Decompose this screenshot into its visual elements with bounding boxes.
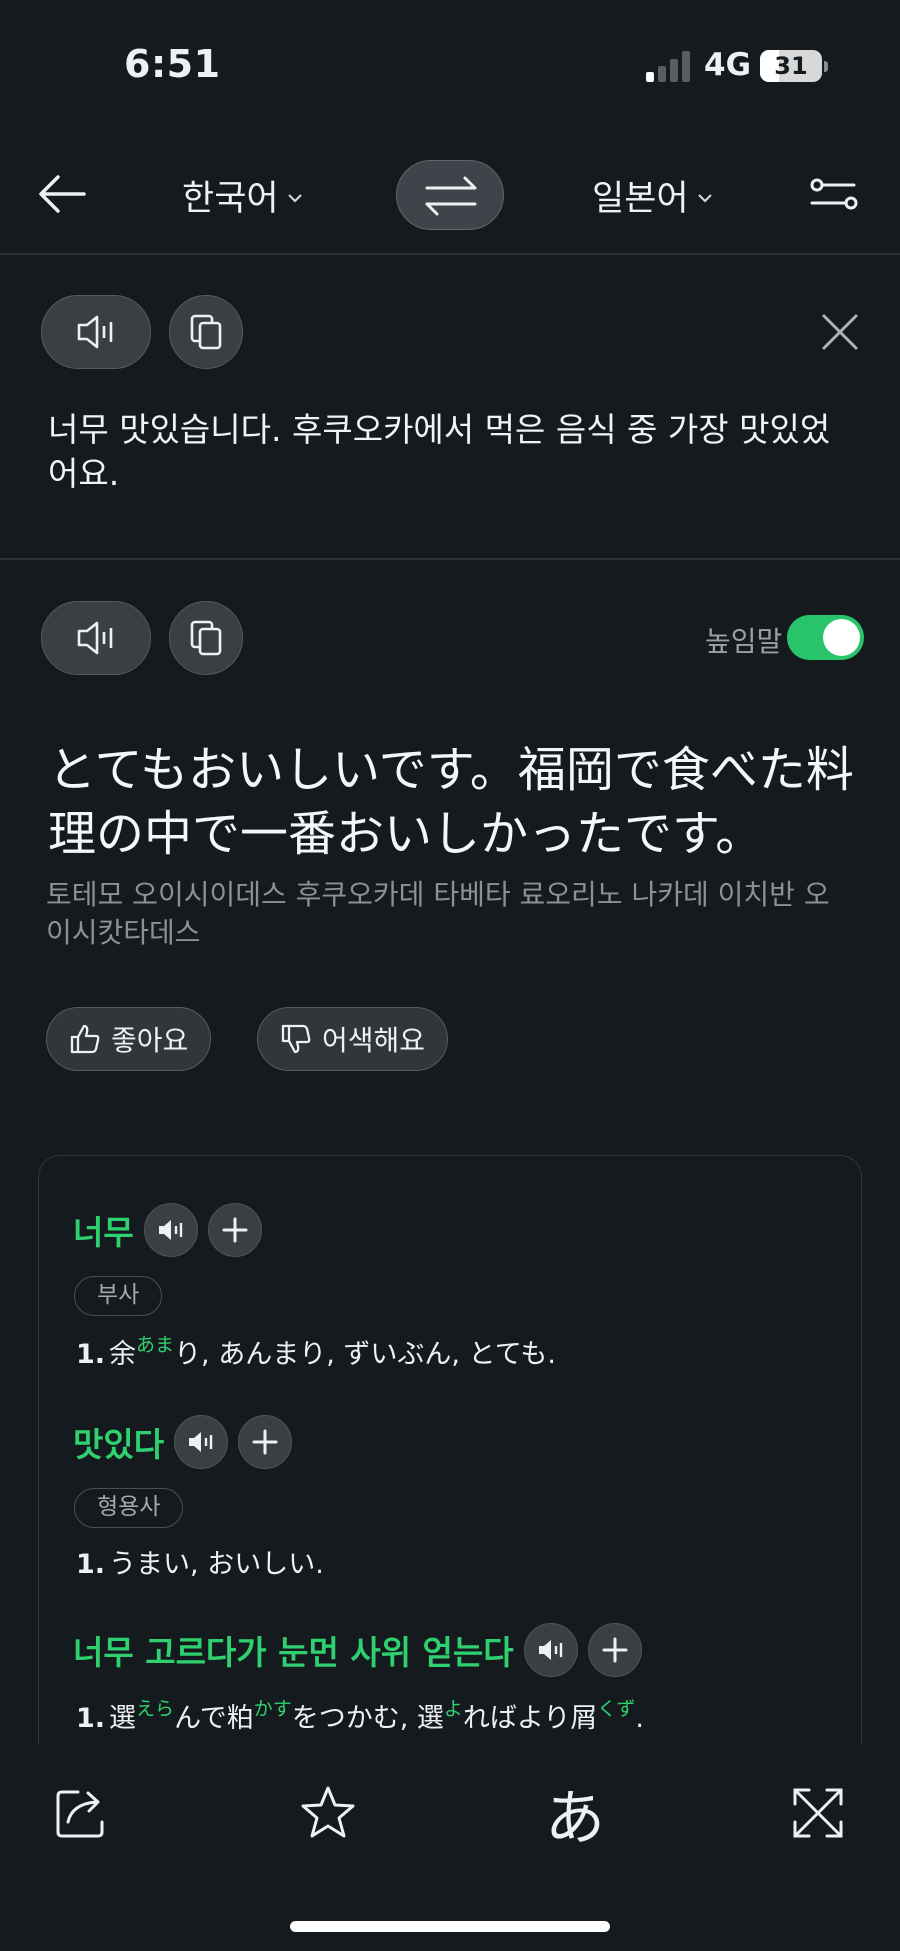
battery-level: 31 <box>774 52 808 80</box>
definition-number: 1. <box>76 1549 106 1580</box>
definition-number: 1. <box>76 1339 106 1370</box>
like-label: 좋아요 <box>111 1024 189 1057</box>
thumbs-up-icon <box>70 1024 100 1054</box>
speaker-icon <box>538 1640 562 1660</box>
dict-definition: 1. 余あまり, あんまり, ずいぶん, とても. <box>76 1330 556 1371</box>
definition-text: . <box>635 1703 644 1734</box>
network-label: 4G <box>704 47 752 83</box>
expand-icon <box>793 1788 843 1838</box>
home-indicator <box>290 1921 610 1932</box>
expand-button[interactable] <box>783 1778 853 1848</box>
status-time: 6:51 <box>124 42 221 86</box>
result-speak-button[interactable] <box>41 601 151 675</box>
speaker-icon <box>77 621 113 655</box>
thumbs-down-icon <box>281 1024 311 1054</box>
awkward-button[interactable]: 어색해요 <box>257 1007 449 1071</box>
dict-definition: 1. うまい, おいしい. <box>76 1542 324 1581</box>
share-button[interactable] <box>48 1778 118 1848</box>
furigana: あま <box>136 1334 175 1356</box>
signal-icon <box>646 50 692 82</box>
definition-text: 選 <box>109 1703 137 1734</box>
definition-text: り, あんまり, ずいぶん, とても. <box>174 1339 556 1370</box>
target-language-label: 일본어 <box>592 179 689 219</box>
honorific-label: 높임말 <box>705 625 783 658</box>
part-of-speech-tag: 형용사 <box>74 1488 184 1528</box>
source-speak-button[interactable] <box>41 295 151 369</box>
header-divider <box>0 253 900 255</box>
plus-icon <box>252 1429 278 1455</box>
panel-divider <box>0 558 900 560</box>
dict-entry-header: 너무 <box>73 1202 262 1258</box>
dict-entry-word[interactable]: 맛있다 <box>73 1418 164 1466</box>
furigana: くず <box>597 1698 636 1720</box>
dict-speak-button[interactable] <box>523 1623 578 1677</box>
dict-speak-button[interactable] <box>174 1415 229 1469</box>
arrow-left-icon <box>39 175 86 213</box>
chevron-down-icon <box>697 193 712 203</box>
result-copy-button[interactable] <box>169 601 243 675</box>
dict-definition: 1. 選えらんで粕かすをつかむ, 選よればより屑くず. <box>76 1694 644 1735</box>
swap-arrows-icon <box>425 176 477 216</box>
pronunciation-text: 토테모 오이시이데스 후쿠오카데 타베타 료오리노 나카데 이치반 오이시캇타데… <box>46 878 830 949</box>
definition-text: ればより屑 <box>462 1703 598 1734</box>
dict-entry-header: 너무 고르다가 눈먼 사위 얻는다 <box>73 1622 642 1678</box>
back-button[interactable] <box>32 164 92 224</box>
share-icon <box>56 1790 104 1838</box>
speaker-icon <box>158 1220 182 1240</box>
awkward-label: 어색해요 <box>322 1024 426 1057</box>
battery-icon: 31 <box>760 50 822 82</box>
plus-icon <box>222 1217 248 1243</box>
star-icon <box>301 1786 355 1838</box>
plus-icon <box>602 1637 628 1663</box>
definition-text: うまい, おいしい. <box>109 1549 324 1580</box>
battery-tip <box>824 61 828 72</box>
source-text[interactable]: 너무 맛있습니다. 후쿠오카에서 먹은 음식 중 가장 맛있었어요. <box>48 408 858 496</box>
dict-add-button[interactable] <box>207 1203 262 1257</box>
sliders-icon <box>810 178 858 210</box>
source-copy-button[interactable] <box>169 295 243 369</box>
kana-label: あ <box>545 1783 605 1854</box>
close-icon <box>822 314 858 350</box>
source-language-label: 한국어 <box>182 179 279 219</box>
speaker-icon <box>189 1432 213 1452</box>
dict-speak-button[interactable] <box>143 1203 198 1257</box>
honorific-toggle[interactable] <box>787 615 864 660</box>
furigana: よ <box>443 1698 463 1720</box>
swap-languages-button[interactable] <box>396 160 504 230</box>
like-button[interactable]: 좋아요 <box>46 1007 212 1071</box>
part-of-speech-tag: 부사 <box>74 1276 163 1316</box>
definition-text: をつかむ, 選 <box>291 1703 444 1734</box>
definition-text: んで粕 <box>174 1703 254 1734</box>
speaker-icon <box>77 315 113 349</box>
favorite-button[interactable] <box>293 1778 363 1848</box>
definition-number: 1. <box>76 1703 106 1734</box>
target-language-selector[interactable]: 일본어 <box>592 170 715 221</box>
chevron-down-icon <box>287 193 302 203</box>
translation-text[interactable]: とてもおいしいです。福岡で食べた料理の中で一番おいしかったです。 <box>48 738 878 866</box>
dict-add-button[interactable] <box>587 1623 642 1677</box>
dict-entry-header: 맛있다 <box>73 1414 293 1470</box>
dict-entry-word[interactable]: 너무 고르다가 눈먼 사위 얻는다 <box>73 1626 514 1674</box>
definition-text: 余 <box>109 1339 137 1370</box>
kana-button[interactable]: あ <box>538 1778 612 1854</box>
copy-icon <box>190 620 222 656</box>
copy-icon <box>190 314 222 350</box>
clear-button[interactable] <box>818 310 862 354</box>
furigana: かす <box>253 1698 292 1720</box>
dict-entry-word[interactable]: 너무 <box>73 1206 134 1254</box>
furigana: えら <box>136 1698 175 1720</box>
dict-add-button[interactable] <box>238 1415 293 1469</box>
source-language-selector[interactable]: 한국어 <box>182 170 305 221</box>
settings-button[interactable] <box>808 168 860 220</box>
